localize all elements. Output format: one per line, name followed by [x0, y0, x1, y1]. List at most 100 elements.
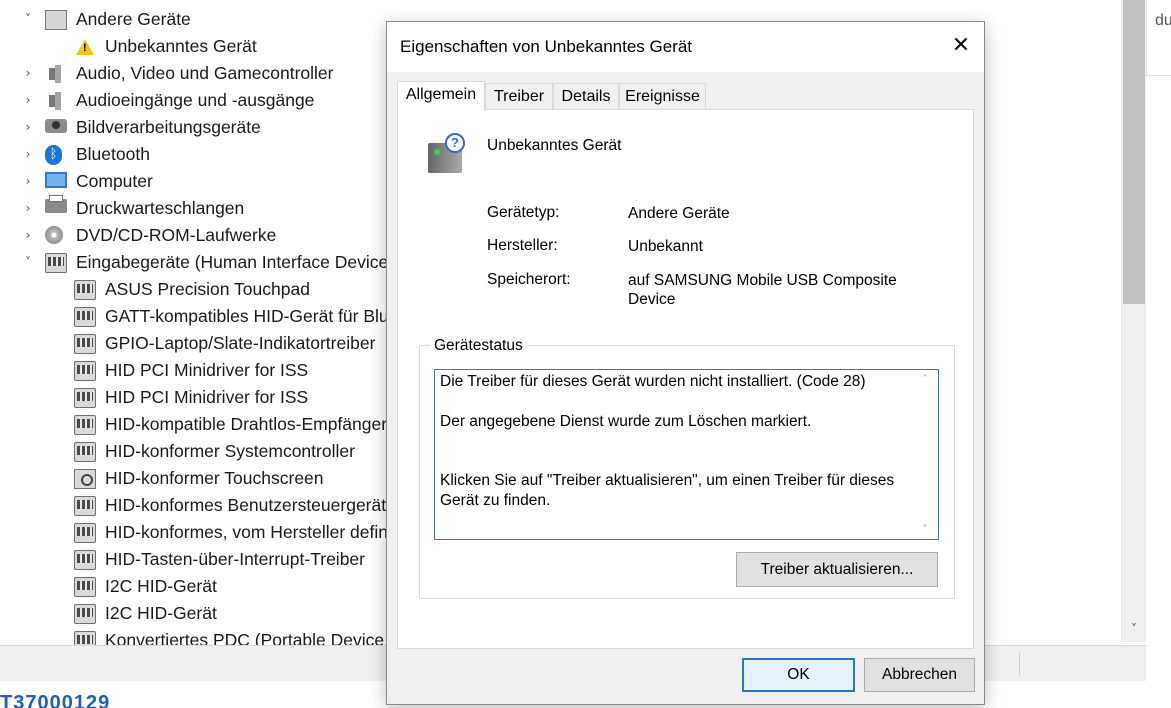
chevron-down-icon[interactable]: ˅ [20, 12, 36, 26]
chevron-up-icon[interactable]: ˄ [918, 374, 932, 385]
printer-icon [45, 195, 67, 213]
scrollbar-thumb[interactable] [1123, 0, 1145, 304]
hid-icon [74, 550, 96, 570]
dialog-title: Eigenschaften von Unbekanntes Gerät [400, 37, 693, 56]
manufacturer-value: Unbekannt [628, 238, 703, 255]
tree-item[interactable]: HID-Tasten-über-Interrupt-Treiber [0, 546, 400, 573]
tree-item[interactable]: › Druckwarteschlangen [0, 195, 400, 222]
device-type-label: Gerätetyp: [487, 204, 560, 221]
hid-icon [74, 442, 96, 462]
tree-item[interactable]: HID-konformes, vom Hersteller definierte… [0, 519, 400, 546]
general-tab-panel: ? Unbekanntes Gerät Gerätetyp: Andere Ge… [397, 109, 974, 649]
monitor-icon [45, 172, 67, 188]
tree-item[interactable]: ˅ Andere Geräte [0, 6, 400, 33]
scroll-down-arrow-icon[interactable]: ˅ [1122, 618, 1146, 640]
chevron-right-icon[interactable]: › [20, 228, 36, 242]
hid-icon [74, 631, 96, 645]
chevron-right-icon[interactable]: › [20, 120, 36, 134]
tree-item-label: GPIO-Laptop/Slate-Indikatortreiber [105, 333, 376, 353]
tree-item-label: Andere Geräte [76, 9, 191, 29]
tree-item-label: HID PCI Minidriver for ISS [105, 360, 309, 380]
tree-item[interactable]: HID-konformes Benutzersteuergerät [0, 492, 400, 519]
tree-item[interactable]: GATT-kompatibles HID-Gerät für Bluetooth [0, 303, 400, 330]
close-icon[interactable]: ✕ [946, 32, 976, 60]
status-divider [1019, 652, 1020, 676]
tree-item[interactable]: › Computer [0, 168, 400, 195]
tree-item[interactable]: HID-konformer Touchscreen [0, 465, 400, 492]
tree-item[interactable]: I2C HID-Gerät [0, 573, 400, 600]
hid-icon [74, 415, 96, 435]
hid-icon [74, 523, 96, 543]
tree-item[interactable]: HID PCI Minidriver for ISS [0, 357, 400, 384]
tree-item-label: I2C HID-Gerät [105, 576, 217, 596]
tree-item-label: Audioeingänge und -ausgänge [76, 90, 315, 110]
tree-item[interactable]: I2C HID-Gerät [0, 600, 400, 627]
location-label: Speicherort: [487, 271, 571, 288]
tree-item-label: ASUS Precision Touchpad [105, 279, 310, 299]
tree-item-label: Computer [76, 171, 153, 191]
unknown-device-icon [45, 10, 67, 30]
tree-item-label: HID-konformer Systemcontroller [105, 441, 355, 461]
tree-item-label: Unbekanntes Gerät [105, 36, 257, 56]
tree-item-label: HID-konformes Benutzersteuergerät [105, 495, 387, 515]
hid-icon [74, 577, 96, 597]
chevron-down-icon[interactable]: ˅ [918, 524, 932, 535]
chevron-right-icon[interactable]: › [20, 174, 36, 188]
tree-item[interactable]: HID-kompatible Drahtlos-Empfänger [0, 411, 400, 438]
ok-button[interactable]: OK [742, 658, 855, 692]
tree-item-label: HID PCI Minidriver for ISS [105, 387, 309, 407]
tree-item[interactable]: › Audioeingänge und -ausgänge [0, 87, 400, 114]
tree-item[interactable]: Unbekanntes Gerät [0, 33, 400, 60]
chevron-right-icon[interactable]: › [20, 93, 36, 107]
hid-icon [74, 496, 96, 516]
tab-details[interactable]: Details [553, 83, 619, 110]
chevron-right-icon[interactable]: › [20, 201, 36, 215]
chevron-right-icon[interactable]: › [20, 66, 36, 80]
status-line-hint: Klicken Sie auf "Treiber aktualisieren",… [440, 472, 895, 509]
warning-device-icon [74, 37, 96, 57]
properties-dialog: Eigenschaften von Unbekanntes Gerät ✕ Al… [386, 21, 985, 705]
tree-item[interactable]: ASUS Precision Touchpad [0, 276, 400, 303]
right-panel-edge: du [1146, 0, 1171, 76]
hid-icon [74, 361, 96, 381]
unknown-device-icon: ? [426, 133, 466, 175]
cancel-button[interactable]: Abbrechen [864, 658, 975, 692]
tab-allgemein[interactable]: Allgemein [397, 81, 485, 111]
chevron-right-icon[interactable]: › [20, 147, 36, 161]
tree-item-label: GATT-kompatibles HID-Gerät für Bluetooth [105, 306, 400, 326]
tab-ereignisse[interactable]: Ereignisse [619, 83, 706, 110]
tab-treiber[interactable]: Treiber [485, 83, 553, 110]
tree-scrollbar[interactable]: ˅ [1121, 0, 1146, 642]
hid-icon [74, 334, 96, 354]
chevron-down-icon[interactable]: ˅ [20, 255, 36, 269]
device-tree: ˅ Andere Geräte Unbekanntes Gerät › Audio, V… [0, 0, 400, 645]
device-status-group: Gerätestatus Die Treiber für dieses Gerä… [419, 337, 955, 599]
tree-item[interactable]: › Audio, Video und Gamecontroller [0, 60, 400, 87]
tree-item[interactable]: ˅ Eingabegeräte (Human Interface Devices) [0, 249, 400, 276]
tree-item[interactable]: HID PCI Minidriver for ISS [0, 384, 400, 411]
device-type-value: Andere Geräte [628, 205, 730, 222]
tree-item[interactable]: › Bildverarbeitungsgeräte [0, 114, 400, 141]
tree-item-label: HID-konformer Touchscreen [105, 468, 324, 488]
tree-item[interactable]: GPIO-Laptop/Slate-Indikatortreiber [0, 330, 400, 357]
tree-item[interactable]: HID-konformer Systemcontroller [0, 438, 400, 465]
update-driver-button[interactable]: Treiber aktualisieren... [736, 552, 938, 587]
disc-icon [45, 226, 63, 244]
dialog-titlebar[interactable]: Eigenschaften von Unbekanntes Gerät ✕ [387, 22, 984, 72]
tree-item[interactable]: Konvertiertes PDC (Portable Device Contr… [0, 627, 400, 645]
tree-item[interactable]: › ᛒ Bluetooth [0, 141, 400, 168]
speaker-icon [45, 64, 67, 84]
hid-icon [74, 280, 96, 300]
tree-item[interactable]: › DVD/CD-ROM-Laufwerke [0, 222, 400, 249]
manufacturer-label: Hersteller: [487, 237, 558, 254]
device-status-textbox[interactable]: Die Treiber für dieses Gerät wurden nich… [434, 369, 939, 540]
tree-item-label: Konvertiertes PDC (Portable Device Contr… [105, 630, 400, 645]
touchscreen-icon [74, 469, 96, 489]
tree-item-label: HID-konformes, vom Hersteller definierte… [105, 522, 400, 542]
camera-icon [45, 119, 67, 133]
device-name: Unbekanntes Gerät [487, 137, 622, 154]
tree-item-label: I2C HID-Gerät [105, 603, 217, 623]
hid-icon [74, 388, 96, 408]
tree-item-label: DVD/CD-ROM-Laufwerke [76, 225, 277, 245]
speaker-icon [45, 91, 67, 111]
